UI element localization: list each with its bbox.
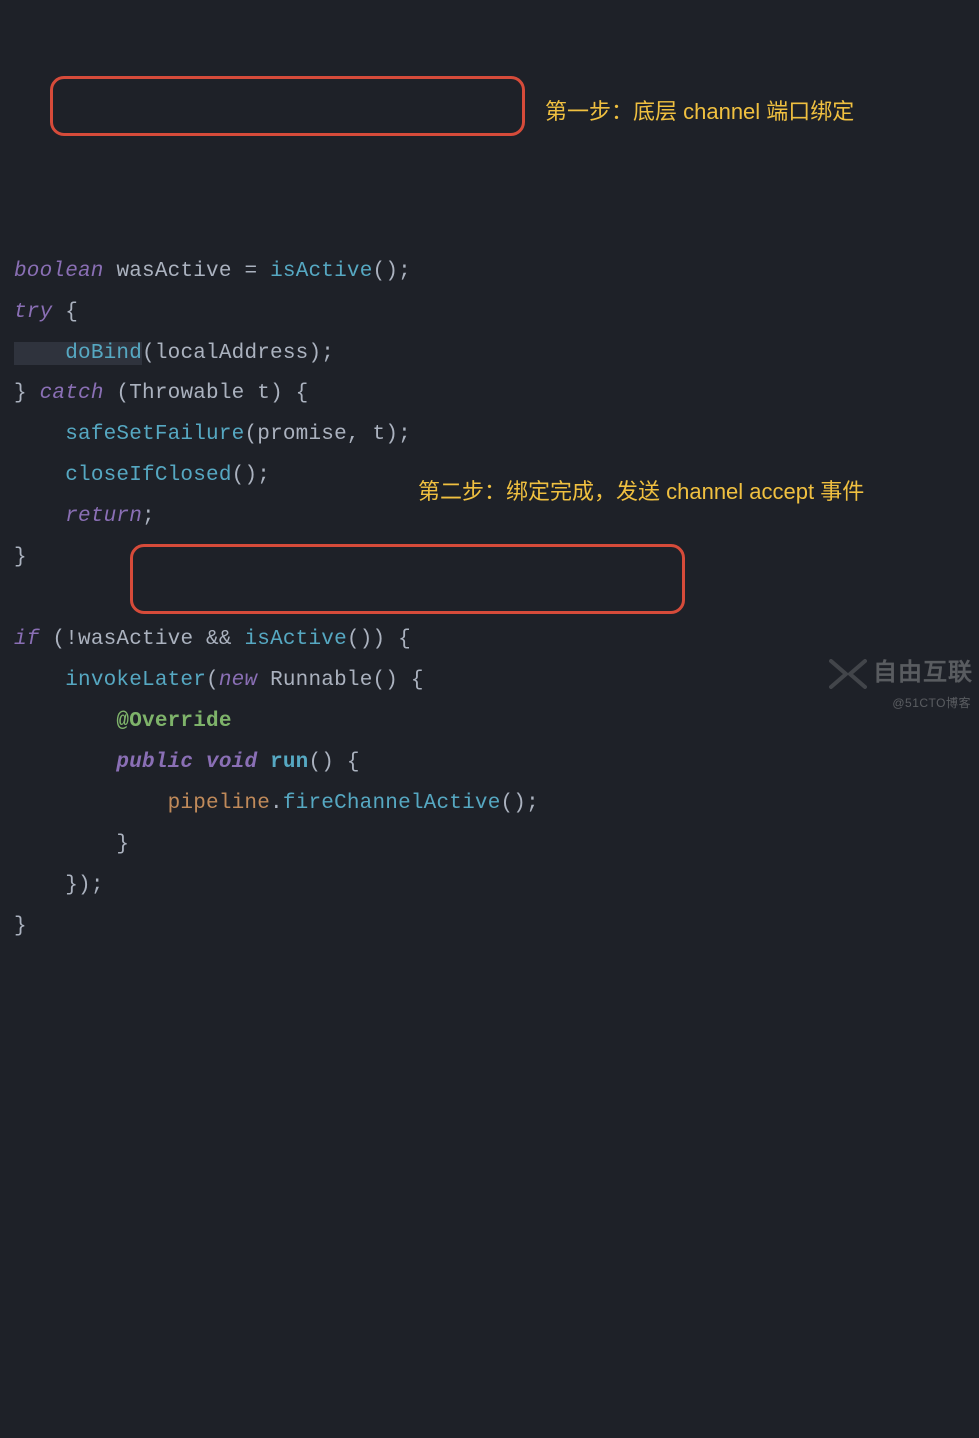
operator: &&: [193, 628, 244, 651]
space: [193, 751, 206, 774]
indent: [14, 505, 65, 528]
field-ref: pipeline: [168, 792, 270, 815]
punctuation: (): [373, 669, 399, 692]
punctuation: ;: [526, 792, 539, 815]
method-call: safeSetFailure: [65, 423, 244, 446]
punctuation: (): [501, 792, 527, 815]
keyword: return: [65, 505, 142, 528]
punctuation: ) {: [373, 628, 411, 651]
punctuation: }: [14, 546, 27, 569]
punctuation: {: [52, 301, 78, 324]
type: Throwable: [129, 382, 244, 405]
punctuation: (): [347, 628, 373, 651]
punctuation: }: [116, 833, 129, 856]
keyword: try: [14, 301, 52, 324]
punctuation: (: [40, 628, 66, 651]
punctuation: ) {: [270, 382, 308, 405]
annotation-step2: 第二步：绑定完成，发送 channel accept 事件: [418, 476, 978, 508]
indent: [14, 342, 65, 365]
identifier: t: [244, 382, 270, 405]
punctuation: (: [104, 382, 130, 405]
punctuation: ): [308, 342, 321, 365]
annotation-step1: 第一步：底层 channel 端口绑定: [545, 96, 975, 128]
operator: !: [65, 628, 78, 651]
keyword: new: [219, 669, 257, 692]
punctuation: (: [244, 423, 257, 446]
method-call: closeIfClosed: [65, 464, 231, 487]
indent: [14, 710, 116, 733]
keyword: catch: [40, 382, 104, 405]
punctuation: {: [398, 669, 424, 692]
punctuation: (): [373, 260, 399, 283]
keyword: boolean: [14, 260, 104, 283]
punctuation: ;: [398, 260, 411, 283]
method-call: isActive: [270, 260, 372, 283]
indent: [14, 464, 65, 487]
punctuation: (: [142, 342, 155, 365]
punctuation: });: [65, 874, 103, 897]
punctuation: ;: [321, 342, 334, 365]
space: [257, 669, 270, 692]
code-block: boolean wasActive = isActive(); try { do…: [14, 211, 979, 948]
keyword: void: [206, 751, 257, 774]
punctuation: {: [334, 751, 360, 774]
punctuation: }: [14, 382, 40, 405]
operator: =: [244, 260, 257, 283]
method-call: fireChannelActive: [283, 792, 501, 815]
keyword: public: [116, 751, 193, 774]
punctuation: (): [308, 751, 334, 774]
space: [257, 751, 270, 774]
punctuation: }: [14, 915, 27, 938]
indent: [14, 833, 116, 856]
identifier: wasActive: [78, 628, 193, 651]
punctuation: (): [232, 464, 258, 487]
annotation-override: @Override: [116, 710, 231, 733]
indent: [14, 423, 65, 446]
indent: [14, 874, 65, 897]
identifier: promise: [257, 423, 347, 446]
highlight-box-1: [50, 76, 525, 136]
punctuation: .: [270, 792, 283, 815]
punctuation: (: [206, 669, 219, 692]
method-call: run: [270, 751, 308, 774]
identifier: wasActive: [116, 260, 231, 283]
identifier: t: [373, 423, 386, 446]
identifier: localAddress: [155, 342, 309, 365]
method-call: doBind: [65, 342, 142, 365]
punctuation: ,: [347, 423, 373, 446]
indent: [14, 792, 168, 815]
punctuation: ): [385, 423, 398, 446]
indent: [14, 669, 65, 692]
keyword: if: [14, 628, 40, 651]
method-call: isActive: [244, 628, 346, 651]
type: Runnable: [270, 669, 372, 692]
punctuation: ;: [398, 423, 411, 446]
punctuation: ;: [257, 464, 270, 487]
indent: [14, 751, 116, 774]
punctuation: ;: [142, 505, 155, 528]
method-call: invokeLater: [65, 669, 206, 692]
